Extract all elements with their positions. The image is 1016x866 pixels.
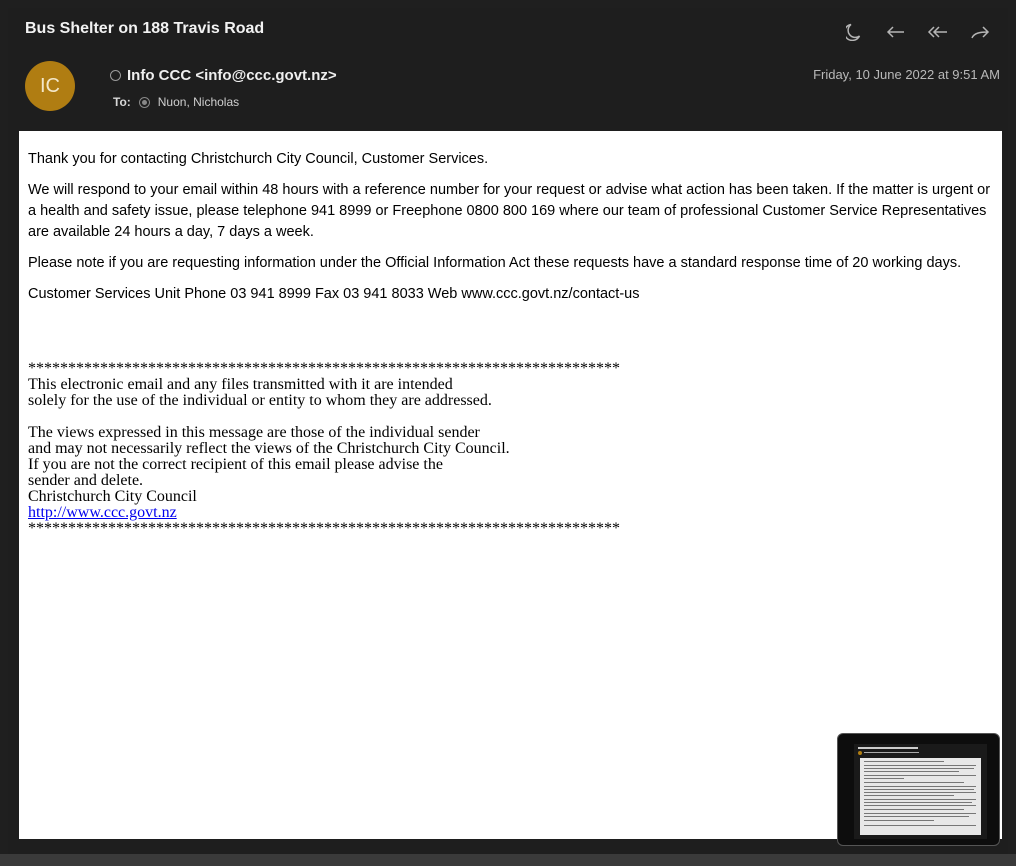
disclaimer-line: The views expressed in this message are … [28, 424, 480, 441]
body-paragraph: Thank you for contacting Christchurch Ci… [28, 151, 489, 167]
message-toolbar [842, 21, 992, 43]
moon-icon[interactable] [842, 21, 866, 43]
email-subject: Bus Shelter on 188 Travis Road [25, 20, 265, 37]
body-paragraph: We will respond to your email within 48 … [28, 182, 991, 240]
signature: Christchurch City Council [28, 488, 197, 505]
recipient-line: To: Nuon, Nicholas [113, 95, 239, 109]
reply-all-icon[interactable] [926, 21, 950, 43]
forward-icon[interactable] [968, 21, 992, 43]
body-paragraph: Customer Services Unit Phone 03 941 8999… [28, 286, 640, 302]
body-paragraphs: Thank you for contacting Christchurch Ci… [28, 149, 996, 315]
from-line[interactable]: Info CCC <info@ccc.govt.nz> [110, 67, 337, 84]
avatar: IC [25, 61, 75, 111]
status-circle-icon [110, 70, 121, 81]
screenshot-thumbnail[interactable] [837, 733, 1000, 846]
thumbnail-preview [854, 744, 987, 839]
message-header: Bus Shelter on 188 Travis Road IC Info C… [8, 8, 1008, 131]
disclaimer-line: solely for the use of the individual or … [28, 392, 492, 409]
separator-stars: ****************************************… [28, 520, 620, 537]
reply-icon[interactable] [884, 21, 908, 43]
disclaimer-line: If you are not the correct recipient of … [28, 456, 443, 473]
mail-window: Bus Shelter on 188 Travis Road IC Info C… [8, 8, 1008, 854]
recipient-status-icon [138, 96, 150, 108]
website-link[interactable]: http://www.ccc.govt.nz [28, 504, 177, 521]
separator-stars: ****************************************… [28, 360, 620, 377]
disclaimer-line: and may not necessarily reflect the view… [28, 440, 510, 457]
disclaimer-line: This electronic email and any files tran… [28, 376, 453, 393]
body-paragraph: Please note if you are requesting inform… [28, 255, 962, 271]
email-date: Friday, 10 June 2022 at 9:51 AM [813, 67, 1000, 82]
disclaimer-line: sender and delete. [28, 472, 144, 489]
recipient[interactable]: Nuon, Nicholas [158, 95, 239, 109]
bottom-bar [0, 854, 1016, 866]
sender[interactable]: Info CCC <info@ccc.govt.nz> [127, 67, 337, 84]
disclaimer: ****************************************… [28, 361, 996, 537]
to-label: To: [113, 95, 131, 109]
